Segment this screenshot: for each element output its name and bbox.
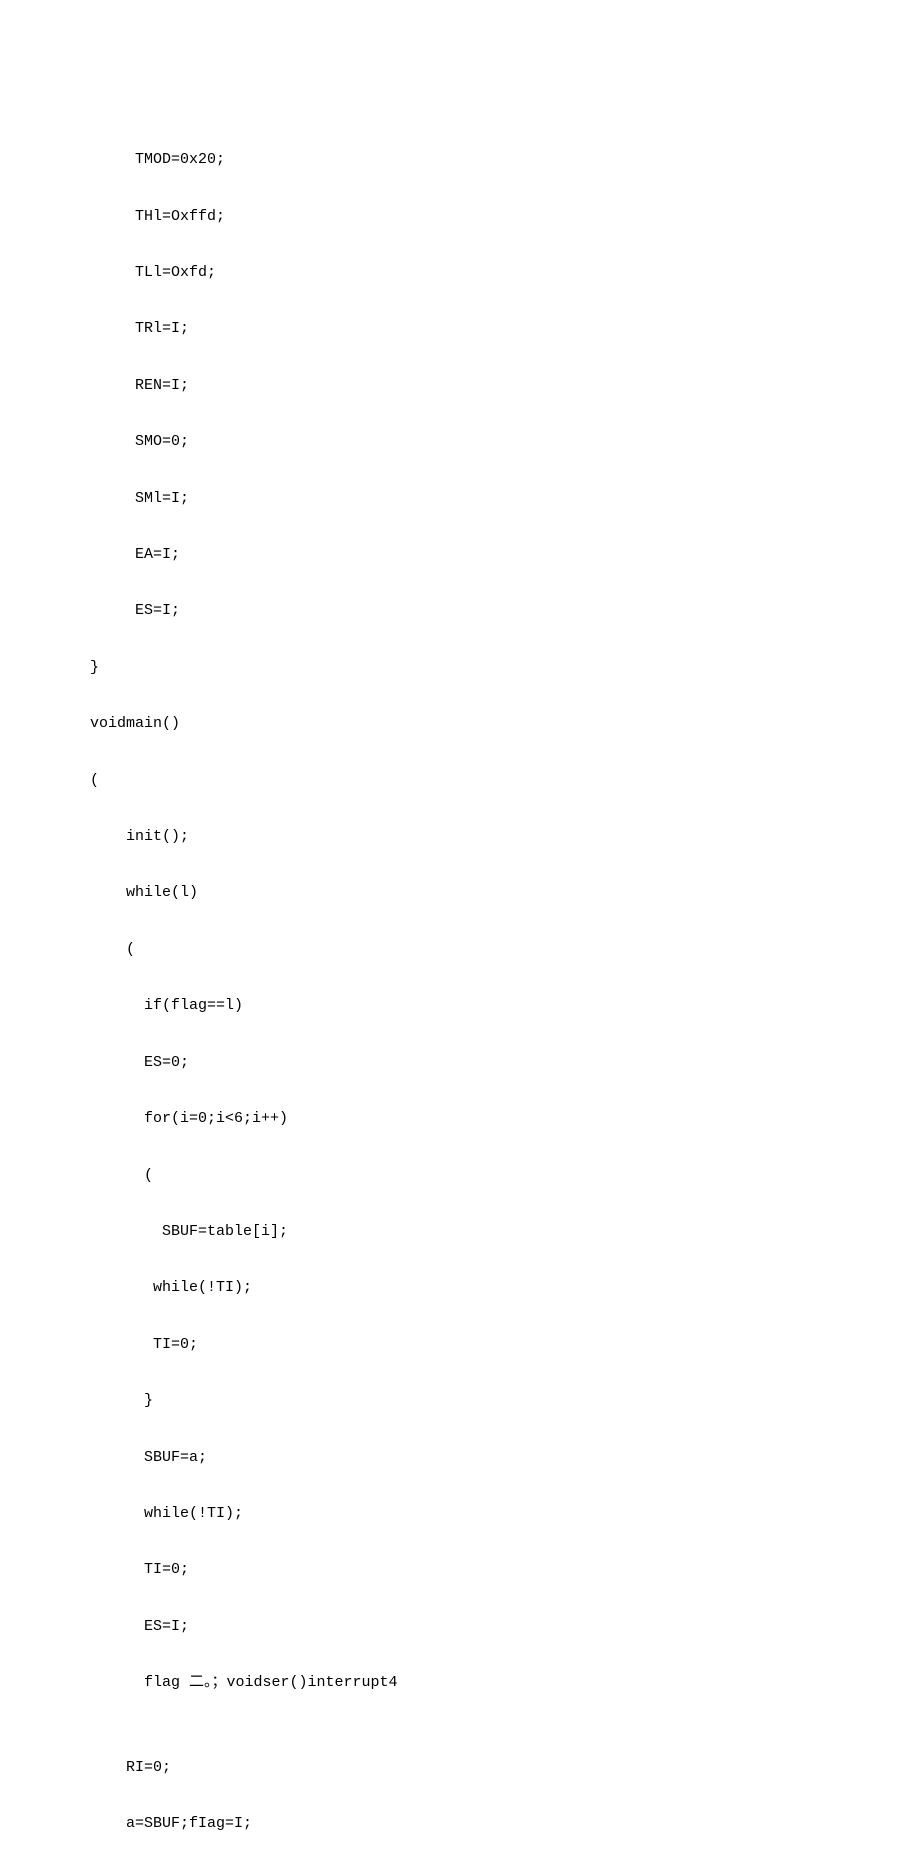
code-line: TMOD=0x20; (90, 146, 920, 174)
code-line: SMO=0; (90, 428, 920, 456)
code-line: ( (90, 936, 920, 964)
code-line: SBUF=a; (90, 1444, 920, 1472)
code-line: if(flag==l) (90, 992, 920, 1020)
code-line: TLl=Oxfd; (90, 259, 920, 287)
code-line: } (90, 654, 920, 682)
code-line: TI=0; (90, 1556, 920, 1584)
code-line: SBUF=table[i]; (90, 1218, 920, 1246)
code-line: TRl=I; (90, 315, 920, 343)
code-line: THl=Oxffd; (90, 203, 920, 231)
code-line: flag 二。；voidser()interrupt4 (90, 1669, 920, 1697)
code-line: ( (90, 767, 920, 795)
code-line: ES=0; (90, 1049, 920, 1077)
code-line: a=SBUF;fIag=I; (90, 1810, 920, 1838)
code-line: TI=0; (90, 1331, 920, 1359)
code-line: for(i=0;i<6;i++) (90, 1105, 920, 1133)
code-line: EA=I; (90, 541, 920, 569)
code-line: ES=I; (90, 597, 920, 625)
code-line: ( (90, 1162, 920, 1190)
code-line: init(); (90, 823, 920, 851)
code-line: voidmain() (90, 710, 920, 738)
code-line: while(!TI); (90, 1274, 920, 1302)
code-line: ES=I; (90, 1613, 920, 1641)
code-line: } (90, 1387, 920, 1415)
code-line: SMl=I; (90, 485, 920, 513)
code-line: REN=I; (90, 372, 920, 400)
code-line: while(!TI); (90, 1500, 920, 1528)
code-line: RI=0; (90, 1754, 920, 1782)
code-line: while(l) (90, 879, 920, 907)
code-block: TMOD=0x20; THl=Oxffd; TLl=Oxfd; TRl=I; R… (0, 0, 920, 1867)
